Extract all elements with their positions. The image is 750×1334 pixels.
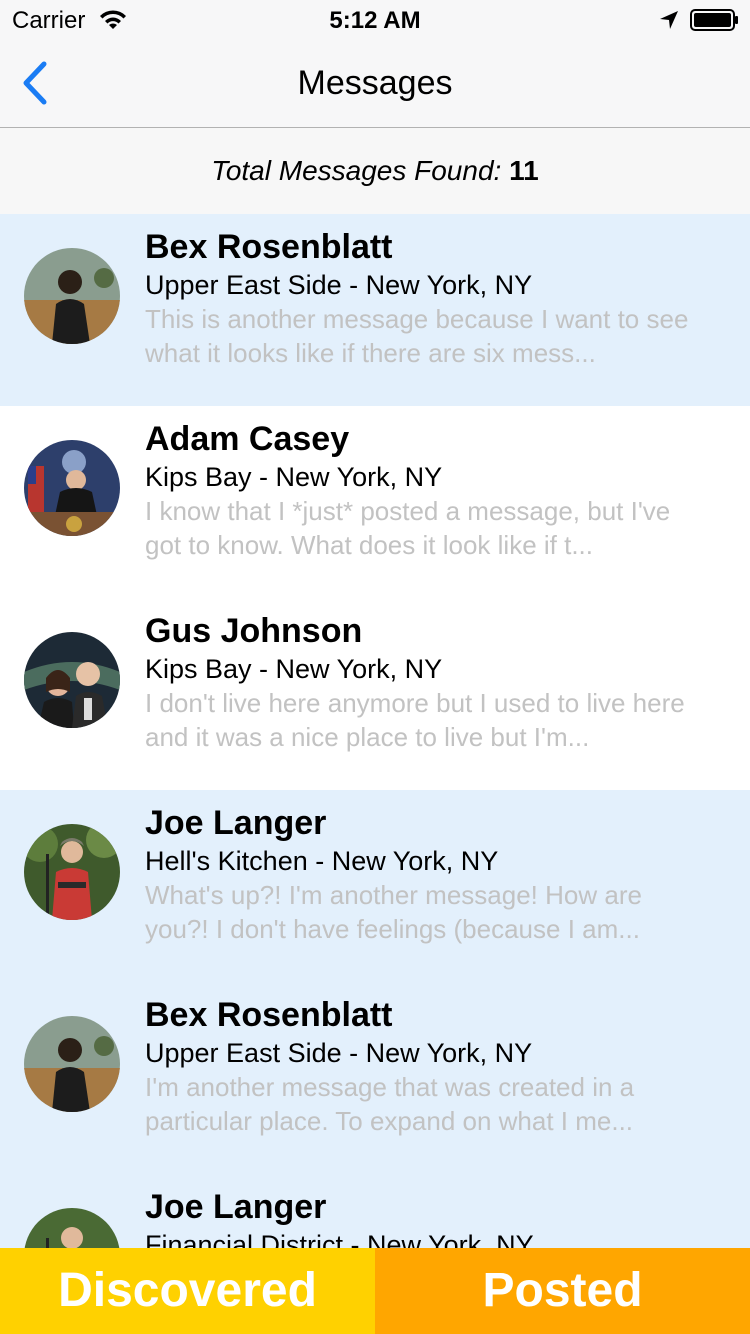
message-location: Upper East Side - New York, NY [145, 270, 533, 300]
messages-screen: Carrier 5:12 AM Messages Total Messages … [0, 0, 750, 1334]
location-arrow-icon [660, 11, 678, 29]
message-list[interactable]: Bex Rosenblatt Upper East Side - New Yor… [0, 214, 750, 1334]
avatar [24, 1016, 120, 1112]
avatar [24, 824, 120, 920]
message-row[interactable]: Gus Johnson Kips Bay - New York, NY I do… [0, 598, 750, 790]
message-row[interactable]: Bex Rosenblatt Upper East Side - New Yor… [0, 214, 750, 406]
total-messages-header: Total Messages Found: 11 [0, 128, 750, 214]
status-time: 5:12 AM [329, 7, 421, 34]
message-location: Upper East Side - New York, NY [145, 1038, 533, 1068]
total-messages-label: Total Messages Found: [211, 155, 502, 186]
message-location: Kips Bay - New York, NY [145, 654, 443, 684]
total-messages-count: 11 [509, 155, 539, 186]
sender-name: Joe Langer [145, 804, 327, 842]
tab-discovered[interactable]: Discovered [0, 1248, 375, 1334]
avatar [24, 248, 120, 344]
message-row[interactable]: Bex Rosenblatt Upper East Side - New Yor… [0, 982, 750, 1174]
message-preview: This is another message because I want t… [145, 304, 689, 368]
bottom-tab-bar: Discovered Posted [0, 1248, 750, 1334]
sender-name: Gus Johnson [145, 612, 363, 650]
tab-posted[interactable]: Posted [375, 1248, 750, 1334]
message-location: Hell's Kitchen - New York, NY [145, 846, 499, 876]
sender-name: Bex Rosenblatt [145, 996, 393, 1034]
message-row[interactable]: Joe Langer Hell's Kitchen - New York, NY… [0, 790, 750, 982]
message-preview: I don't live here anymore but I used to … [145, 688, 685, 752]
sender-name: Adam Casey [145, 420, 350, 458]
page-title: Messages [297, 64, 453, 102]
message-row[interactable]: Adam Casey Kips Bay - New York, NY I kno… [0, 406, 750, 598]
battery-icon [690, 9, 738, 31]
avatar [24, 440, 120, 536]
navigation-bar: Messages [0, 40, 750, 128]
message-location: Kips Bay - New York, NY [145, 462, 443, 492]
sender-name: Joe Langer [145, 1188, 327, 1226]
status-bar: Carrier 5:12 AM [0, 0, 750, 40]
message-preview: What's up?! I'm another message! How are… [145, 880, 642, 944]
avatar [24, 632, 120, 728]
sender-name: Bex Rosenblatt [145, 228, 393, 266]
message-preview: I know that I *just* posted a message, b… [145, 496, 671, 560]
message-preview: I'm another message that was created in … [145, 1072, 635, 1136]
